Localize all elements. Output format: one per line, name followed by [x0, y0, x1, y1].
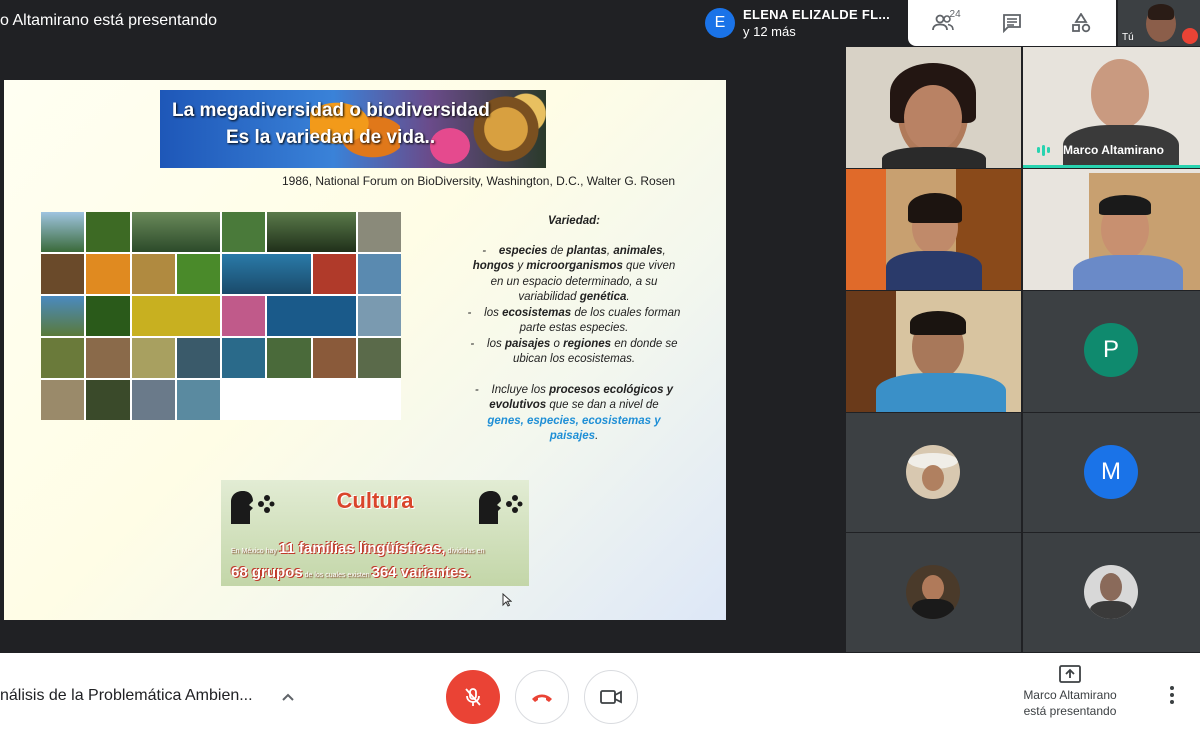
camera-toggle-button[interactable]: [584, 670, 638, 724]
bottom-bar: nálisis de la Problemática Ambien... Mar…: [0, 653, 1200, 739]
camera-icon: [600, 690, 622, 704]
banner-title-1: La megadiversidad o biodiversidad: [172, 100, 490, 121]
more-options-icon[interactable]: [1162, 683, 1182, 707]
activities-button[interactable]: [1061, 3, 1101, 43]
biodiversity-collage: [41, 212, 401, 420]
participant-name: ELENA ELIZALDE FL...: [743, 7, 891, 22]
banner-title-2: Es la variedad de vida..: [226, 127, 436, 148]
speaking-indicator-icon: [1037, 144, 1055, 156]
cultura-line-2: 68 grupos de los cuales existen 364 vari…: [231, 564, 471, 581]
present-now-button[interactable]: Marco Altamirano está presentando: [1005, 663, 1135, 719]
participant-tile[interactable]: [1023, 533, 1200, 652]
participant-tile[interactable]: [846, 47, 1021, 168]
variedad-title: Variedad:: [548, 215, 600, 227]
meeting-title[interactable]: nálisis de la Problemática Ambien...: [0, 687, 253, 705]
avatar: M: [1084, 445, 1138, 499]
participant-tile[interactable]: [846, 533, 1021, 652]
participant-tile[interactable]: P: [1023, 291, 1200, 412]
self-view-tile[interactable]: Tú: [1118, 0, 1200, 46]
presenting-status: está presentando: [1023, 704, 1117, 718]
top-controls: 24: [908, 0, 1116, 46]
avatar: [906, 565, 960, 619]
participant-tile[interactable]: [846, 169, 1021, 290]
participant-tile[interactable]: M: [1023, 413, 1200, 532]
phone-hangup-icon: [532, 694, 552, 702]
avatar: [906, 445, 960, 499]
hang-up-button[interactable]: [515, 670, 569, 724]
presenting-name: Marco Altamirano: [1023, 688, 1117, 702]
participants-count: 24: [949, 9, 961, 20]
presentation-slide: La megadiversidad o biodiversidad Es la …: [4, 80, 726, 620]
chat-button[interactable]: [992, 3, 1032, 43]
cultura-line-1: En México hay 11 familias lingüísticas, …: [231, 540, 485, 557]
mouse-cursor-icon: [502, 593, 512, 607]
avatar: [1084, 565, 1138, 619]
participant-tile-speaker[interactable]: Marco Altamirano: [1023, 47, 1200, 168]
participant-video: [1091, 59, 1149, 129]
mic-off-icon: [1182, 28, 1198, 44]
mic-toggle-button[interactable]: [446, 670, 500, 724]
participant-tile[interactable]: [846, 291, 1021, 412]
slide-citation: 1986, National Forum on BioDiversity, Wa…: [282, 174, 676, 188]
participant-video: [904, 85, 962, 151]
participant-avatar: E: [705, 8, 735, 38]
people-button[interactable]: 24: [923, 3, 963, 43]
meet-window: o Altamirano está presentando E ELENA EL…: [0, 0, 1200, 739]
present-screen-icon: [1059, 665, 1081, 683]
participant-others: y 12 más: [743, 24, 796, 39]
cultura-box: Cultura En México hay 11 familias lingüí…: [221, 480, 529, 586]
presenting-title: o Altamirano está presentando: [0, 12, 218, 29]
mic-off-icon: [465, 688, 481, 706]
slide-banner: La megadiversidad o biodiversidad Es la …: [160, 90, 546, 168]
avatar: P: [1084, 323, 1138, 377]
speaker-name: Marco Altamirano: [1063, 143, 1164, 157]
chevron-up-icon[interactable]: [280, 689, 296, 705]
chat-icon: [1003, 14, 1021, 33]
cultura-title: Cultura: [336, 488, 414, 513]
self-label: Tú: [1122, 32, 1134, 43]
shapes-icon: [1072, 13, 1091, 33]
participant-tile[interactable]: [1023, 169, 1200, 290]
participant-tile[interactable]: [846, 413, 1021, 532]
variedad-text: Variedad: - especies de plantas, animale…: [424, 214, 724, 445]
participants-preview[interactable]: E ELENA ELIZALDE FL... y 12 más: [697, 0, 907, 46]
